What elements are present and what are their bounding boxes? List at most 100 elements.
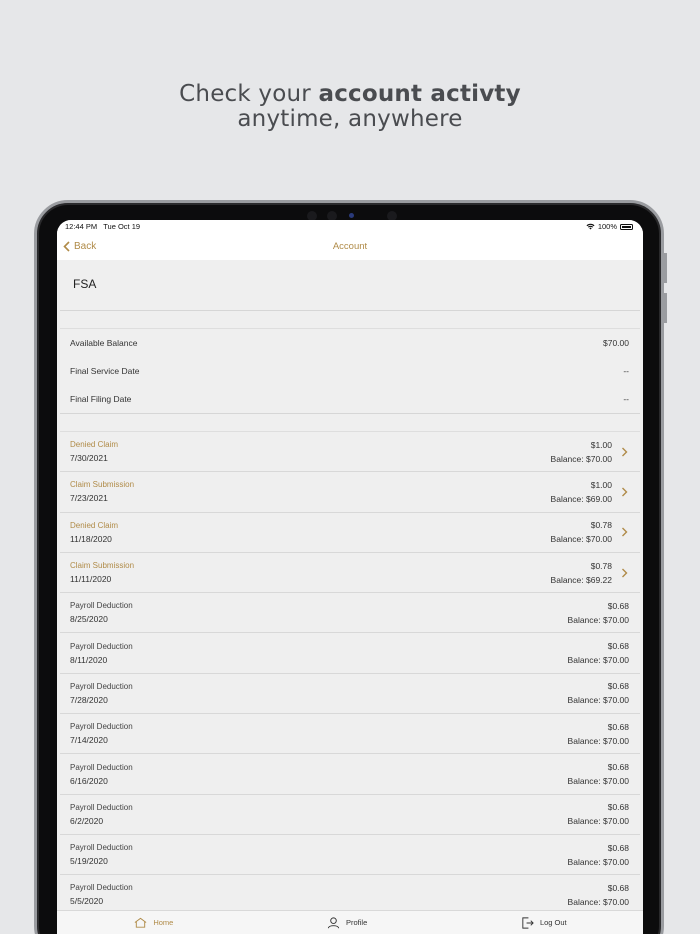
transaction-row: Payroll Deduction 6/16/2020 $0.68 Balanc… [60, 754, 640, 795]
tab-home[interactable]: Home [133, 916, 173, 930]
transaction-type: Payroll Deduction [70, 601, 133, 611]
transaction-row: Payroll Deduction 5/19/2020 $0.68 Balanc… [60, 835, 640, 876]
tab-label: Profile [346, 918, 368, 927]
transaction-date: 7/30/2021 [70, 453, 108, 464]
transaction-row: Payroll Deduction 8/25/2020 $0.68 Balanc… [60, 593, 640, 634]
transaction-row: Payroll Deduction 6/2/2020 $0.68 Balance… [60, 795, 640, 835]
transaction-type: Payroll Deduction [70, 641, 133, 651]
tab-profile[interactable]: Profile [326, 916, 367, 930]
transaction-type: Claim Submission [70, 561, 135, 571]
volume-button [664, 253, 667, 283]
status-time: 12:44 PM [65, 222, 98, 231]
transaction-date: 5/5/2020 [70, 896, 104, 907]
transaction-date: 6/16/2020 [70, 775, 108, 786]
tab-bar: Home Profile Log Out [57, 910, 643, 934]
transaction-amount: $1.00 [590, 479, 612, 490]
transaction-type: Denied Claim [70, 440, 119, 450]
chevron-left-icon [63, 241, 70, 252]
tab-label: Log Out [539, 918, 567, 927]
transaction-type: Payroll Deduction [70, 681, 133, 691]
transaction-balance: Balance: $70.00 [567, 856, 629, 867]
info-label: Available Balance [70, 338, 138, 348]
home-icon [134, 917, 147, 928]
headline-normal-text: Check your [179, 81, 319, 107]
transaction-balance: Balance: $70.00 [567, 776, 629, 787]
transaction-balance: Balance: $70.00 [550, 534, 612, 545]
transaction-row: Payroll Deduction 8/11/2020 $0.68 Balanc… [60, 633, 640, 674]
info-label: Final Service Date [70, 366, 140, 376]
logout-icon [522, 916, 534, 929]
chevron-right-icon [622, 527, 628, 537]
navigation-bar: Back Account [57, 233, 643, 260]
transaction-amount: $0.68 [607, 681, 629, 692]
transaction-amount: $0.68 [607, 802, 629, 813]
transaction-balance: Balance: $70.00 [567, 896, 629, 907]
transaction-date: 7/14/2020 [70, 735, 108, 746]
transaction-amount: $0.68 [607, 721, 629, 732]
back-label: Back [74, 241, 97, 252]
transaction-balance: Balance: $70.00 [550, 453, 612, 464]
transaction-amount: $0.78 [590, 520, 612, 531]
transaction-type: Payroll Deduction [70, 762, 133, 772]
tab-log-out[interactable]: Log Out [520, 916, 567, 930]
page-title: Account [332, 241, 368, 252]
transaction-date: 11/11/2020 [70, 574, 112, 585]
transaction-balance: Balance: $70.00 [567, 655, 629, 666]
transaction-amount: $0.68 [607, 842, 629, 853]
account-name: FSA [60, 264, 640, 311]
camera-lens [349, 213, 354, 218]
headline-line-2: anytime, anywhere [237, 106, 463, 132]
transaction-amount: $1.00 [590, 439, 612, 450]
info-value: -- [623, 394, 629, 404]
app-screen: 12:44 PM Tue Oct 19 100% Back Account FS… [57, 220, 643, 934]
info-value: -- [623, 366, 629, 376]
chevron-right-icon [622, 447, 628, 457]
transaction-row[interactable]: Denied Claim 7/30/2021 $1.00 Balance: $7… [60, 432, 640, 473]
transaction-date: 8/25/2020 [70, 614, 108, 625]
transaction-date: 11/18/2020 [70, 533, 112, 544]
transaction-balance: Balance: $69.22 [550, 574, 612, 585]
headline-bold-text: account activty [318, 81, 521, 107]
transaction-balance: Balance: $70.00 [567, 614, 629, 625]
info-label: Final Filing Date [70, 394, 132, 404]
info-row: Final Filing Date -- [60, 385, 640, 413]
tab-label: Home [153, 918, 174, 927]
transaction-type: Payroll Deduction [70, 883, 133, 893]
transaction-date: 5/19/2020 [70, 856, 108, 867]
info-row: Available Balance $70.00 [60, 329, 640, 357]
transaction-row[interactable]: Denied Claim 11/18/2020 $0.78 Balance: $… [60, 513, 640, 553]
transaction-amount: $0.68 [607, 882, 629, 893]
transaction-date: 7/23/2021 [70, 493, 108, 504]
chevron-right-icon [622, 487, 628, 497]
transaction-list: Denied Claim 7/30/2021 $1.00 Balance: $7… [60, 431, 640, 916]
battery-percent: 100% [597, 222, 617, 231]
transaction-row: Payroll Deduction 7/28/2020 $0.68 Balanc… [60, 674, 640, 715]
transaction-type: Claim Submission [70, 480, 135, 490]
wifi-icon [586, 223, 595, 230]
transaction-balance: Balance: $70.00 [567, 735, 629, 746]
transaction-balance: Balance: $69.00 [550, 493, 612, 504]
transaction-row: Payroll Deduction 7/14/2020 $0.68 Balanc… [60, 714, 640, 755]
transaction-type: Payroll Deduction [70, 722, 133, 732]
status-date: Tue Oct 19 [103, 222, 141, 231]
transaction-row[interactable]: Claim Submission 11/11/2020 $0.78 Balanc… [60, 553, 640, 594]
back-button[interactable]: Back [63, 233, 96, 260]
transaction-balance: Balance: $70.00 [567, 695, 629, 706]
headline-line-1: Check your account activty [0, 82, 700, 107]
transaction-balance: Balance: $70.00 [567, 816, 629, 827]
status-bar: 12:44 PM Tue Oct 19 100% [57, 220, 643, 233]
chevron-right-icon [622, 568, 628, 578]
transaction-type: Payroll Deduction [70, 802, 133, 812]
info-value: $70.00 [603, 338, 629, 348]
account-info: Available Balance $70.00 Final Service Dat… [60, 328, 640, 414]
transaction-amount: $0.78 [590, 560, 612, 571]
transaction-date: 6/2/2020 [70, 815, 104, 826]
transaction-date: 7/28/2020 [70, 694, 108, 705]
profile-icon [327, 916, 340, 928]
info-row: Final Service Date -- [60, 357, 640, 385]
transaction-row[interactable]: Claim Submission 7/23/2021 $1.00 Balance… [60, 472, 640, 513]
battery-icon [620, 223, 633, 230]
transaction-amount: $0.68 [607, 762, 629, 773]
transaction-amount: $0.68 [607, 600, 629, 611]
transaction-type: Denied Claim [70, 520, 119, 530]
